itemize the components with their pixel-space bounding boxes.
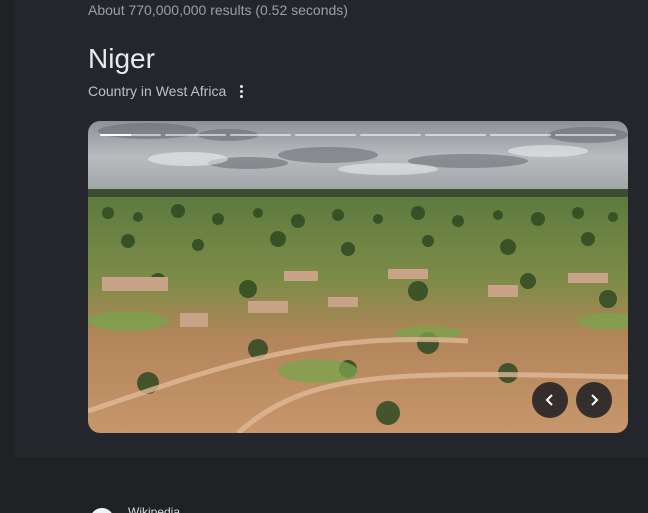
- entity-subtitle: Country in West Africa: [88, 83, 227, 99]
- image-carousel[interactable]: [88, 121, 628, 433]
- progress-segment[interactable]: [555, 134, 616, 136]
- progress-segment[interactable]: [295, 134, 356, 136]
- search-results-page: About 770,000,000 results (0.52 seconds)…: [0, 0, 648, 513]
- progress-segment[interactable]: [100, 134, 161, 136]
- more-vert-icon[interactable]: [232, 82, 250, 100]
- entity-title: Niger: [88, 43, 155, 74]
- wikipedia-logo-icon: [90, 508, 114, 513]
- progress-segment[interactable]: [425, 134, 486, 136]
- chevron-right-icon: [591, 394, 599, 406]
- carousel-next-button[interactable]: [576, 382, 612, 418]
- chevron-left-icon: [545, 394, 553, 406]
- progress-segment[interactable]: [230, 134, 291, 136]
- progress-segment[interactable]: [490, 134, 551, 136]
- progress-segment[interactable]: [360, 134, 421, 136]
- carousel-progress: [100, 134, 616, 137]
- progress-segment[interactable]: [165, 134, 226, 136]
- result-stats: About 770,000,000 results (0.52 seconds): [88, 2, 348, 18]
- carousel-prev-button[interactable]: [532, 382, 568, 418]
- source-name[interactable]: Wikipedia: [128, 505, 180, 513]
